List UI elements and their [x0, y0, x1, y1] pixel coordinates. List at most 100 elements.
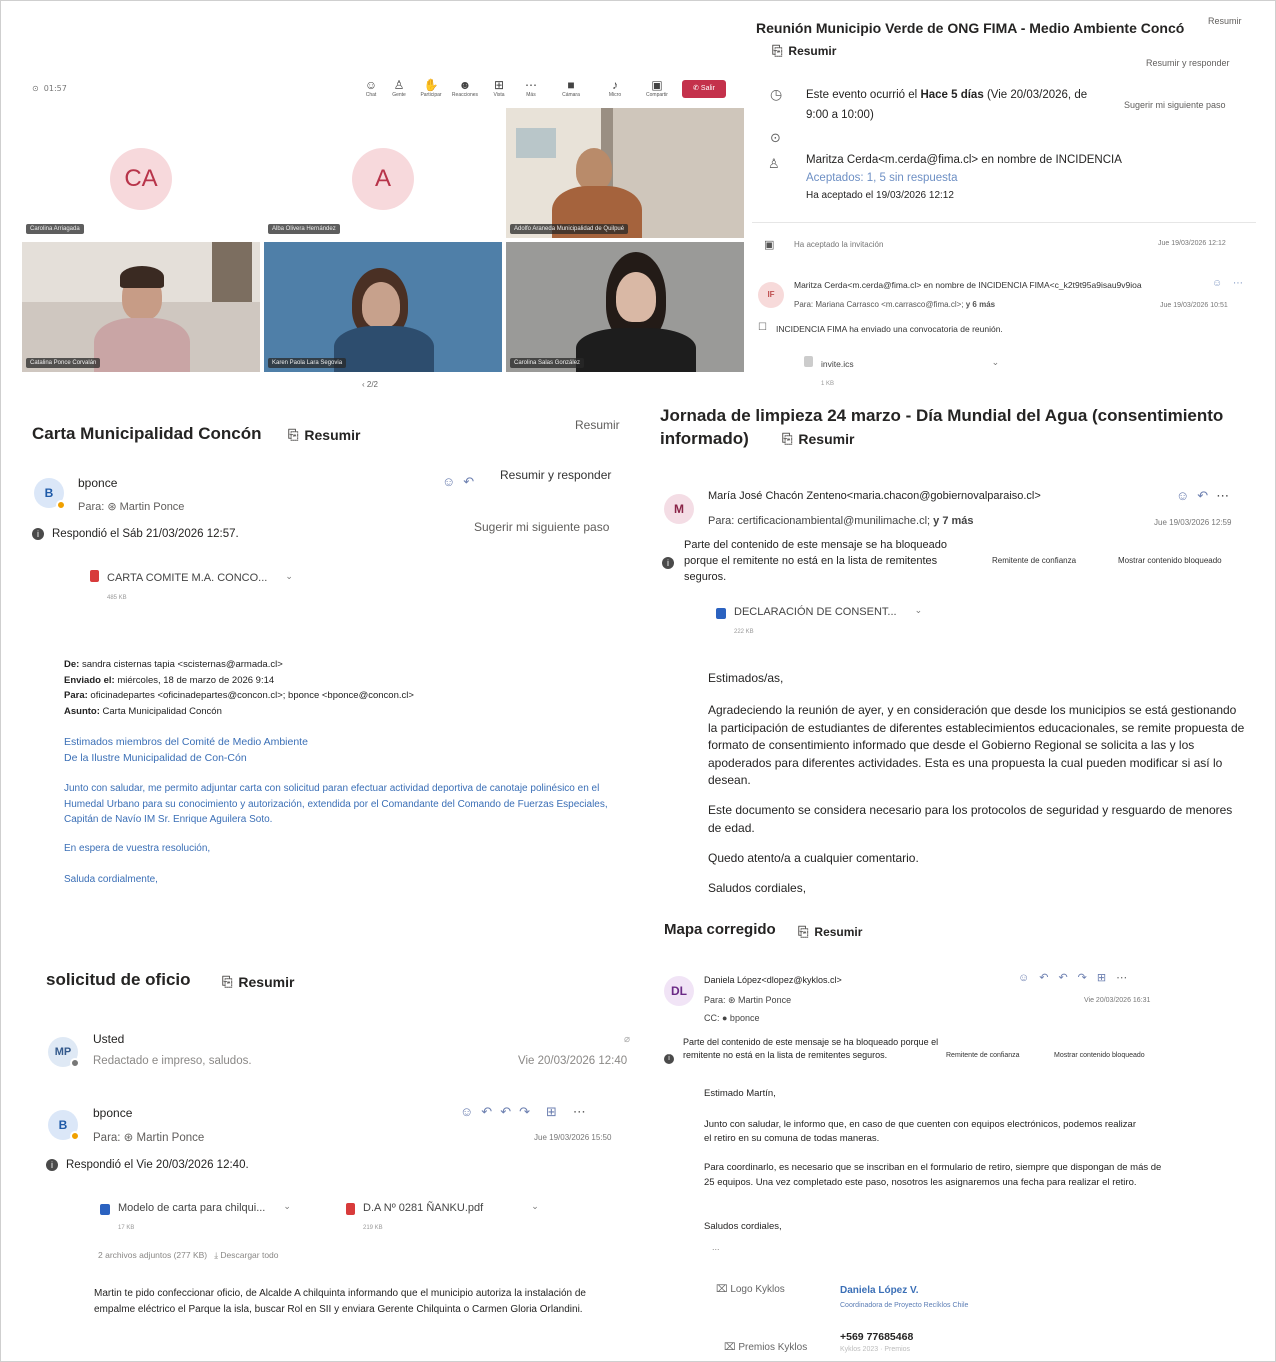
carta-recipients[interactable]: Para: ⊛ Martin Ponce — [78, 500, 184, 513]
participant-tile[interactable]: A Alba Olivera Hernández — [264, 108, 502, 238]
suggest-link[interactable]: Sugerir mi siguiente paso — [1124, 100, 1226, 110]
message-actions[interactable]: ☺↶ — [442, 474, 482, 490]
chevron-down-icon[interactable]: ⌄ — [915, 605, 923, 616]
message-actions[interactable]: ☺↶↶↷⊞⋯ — [460, 1104, 594, 1120]
mapa-summarize-button[interactable]: ⎘ Resumir — [798, 923, 862, 941]
reply-summary-link[interactable]: Resumir y responder — [500, 468, 611, 482]
emoji-icon[interactable]: ☺ — [460, 1104, 481, 1119]
show-blocked-button[interactable]: Mostrar contenido bloqueado — [1054, 1052, 1145, 1059]
carta-attachment[interactable]: CARTA COMITE M.A. CONCO... 485 KB ⌄ — [90, 568, 293, 604]
more-icon[interactable]: ⋯ — [1216, 488, 1237, 503]
people-button[interactable]: ♙ Gente — [384, 78, 414, 98]
reply-all-icon[interactable]: ↶ — [1058, 972, 1077, 984]
chevron-down-icon[interactable]: ⌄ — [992, 357, 1000, 368]
signature-phone: +569 77685468 — [840, 1331, 914, 1343]
mapa-paragraph: Junto con saludar, le informo que, en ca… — [704, 1119, 1136, 1144]
draft-preview[interactable]: Redactado e impreso, saludos. — [93, 1055, 252, 1067]
signature-web[interactable]: Kyklos 2023 · Premios — [840, 1346, 910, 1353]
carta-replied: i Respondió el Sáb 21/03/2026 12:57. — [32, 528, 239, 540]
oficio-attachment[interactable]: D.A Nº 0281 ÑANKU.pdf 219 KB ⌄ — [346, 1198, 539, 1234]
trust-sender-button[interactable]: Remitente de confianza — [946, 1052, 1020, 1059]
forward-icon[interactable]: ↷ — [519, 1104, 538, 1119]
reply-icon[interactable]: ↶ — [1039, 972, 1058, 984]
apps-icon[interactable]: ⊞ — [546, 1104, 565, 1119]
jornada-summarize-button[interactable]: ⎘ Resumir — [782, 430, 854, 448]
reactions-icon: ☻ — [458, 78, 472, 92]
jornada-blocked-note: Parte del contenido de este mensaje se h… — [684, 539, 947, 583]
draft-date: Vie 20/03/2026 12:40 — [518, 1055, 628, 1067]
reply-all-icon[interactable]: ↶ — [500, 1104, 519, 1119]
logo-kyklos-image: ⌧ Logo Kyklos — [716, 1284, 785, 1295]
oficio-recipients[interactable]: Para: ⊛ Martin Ponce — [93, 1130, 204, 1144]
more-icon[interactable]: ⋯ — [573, 1104, 594, 1119]
participant-video-tile[interactable]: Catalina Ponce Corvalán — [22, 242, 260, 372]
trust-sender-button[interactable]: Remitente de confianza — [992, 556, 1076, 565]
meeting-window: ⊙ 01:57 ☺ Chat ♙ Gente ✋ Participar ☻ Reacci… — [22, 72, 744, 402]
signature-name: Daniela López V. — [840, 1285, 919, 1296]
jornada-attachment[interactable]: DECLARACIÓN DE CONSENT... 222 KB ⌄ — [716, 602, 922, 638]
mic-icon: ♪ — [612, 78, 618, 92]
carta-summarize-button[interactable]: ⎘ Resumir — [288, 426, 360, 444]
summarize-link[interactable]: Resumir — [575, 418, 620, 432]
jornada-sender[interactable]: María José Chacón Zenteno<maria.chacon@g… — [708, 490, 1041, 502]
chevron-down-icon[interactable]: ⌄ — [531, 1201, 539, 1212]
participant-avatar: CA — [110, 148, 172, 210]
oficio-sender[interactable]: bponce — [93, 1106, 132, 1120]
location-icon: ⊙ — [770, 130, 781, 145]
jornada-paragraph: Quedo atento/a a cualquier comentario. — [708, 851, 919, 865]
mapa-recipients[interactable]: Para: ⊛ Martin Ponce — [704, 995, 791, 1006]
jornada-subject: Jornada de limpieza 24 marzo - Día Mundi… — [660, 406, 1224, 448]
reply-icon[interactable]: ↶ — [1197, 488, 1216, 503]
reply-icon[interactable]: ↶ — [481, 1104, 500, 1119]
raise-hand-button[interactable]: ✋ Participar — [416, 78, 446, 98]
jornada-recipients[interactable]: Para: certificacionambiental@munilimache… — [708, 515, 974, 527]
carta-sender[interactable]: bponce — [78, 476, 117, 490]
broken-image-icon: ⌧ — [724, 1342, 736, 1353]
draft-sender[interactable]: Usted — [93, 1032, 124, 1046]
oficio-summarize-button[interactable]: ⎘ Resumir — [222, 973, 294, 991]
apps-icon[interactable]: ⊞ — [1097, 972, 1116, 984]
summarize-icon: ⎘ — [772, 43, 783, 58]
show-blocked-button[interactable]: Mostrar contenido bloqueado — [1118, 556, 1222, 565]
attachment-clip-icon: ⌀ — [624, 1034, 631, 1045]
emoji-icon[interactable]: ☺ — [1176, 488, 1197, 503]
reaction-more-icons[interactable]: ☺ ⋯ — [1212, 278, 1247, 289]
download-all-link[interactable]: Descargar todo — [220, 1250, 278, 1260]
show-more-ellipsis[interactable]: ... — [712, 1242, 720, 1252]
summarize-link[interactable]: Resumir — [1208, 16, 1242, 26]
share-button[interactable]: ▣ Compartir — [642, 78, 672, 98]
event-summarize-button[interactable]: ⎘ Resumir — [772, 42, 836, 60]
emoji-icon[interactable]: ☺ — [1018, 972, 1039, 984]
participant-video-tile[interactable]: Carolina Salas González — [506, 242, 744, 372]
sender-avatar: IF — [758, 282, 784, 308]
chevron-down-icon[interactable]: ⌄ — [285, 571, 293, 582]
more-button[interactable]: ⋯ Más — [516, 78, 546, 98]
participant-video-tile[interactable]: Karen Paola Lara Segovia — [264, 242, 502, 372]
attendance-link[interactable]: Aceptados: 1, 5 sin respuesta — [806, 172, 958, 184]
mic-button[interactable]: ♪ Micro — [600, 78, 630, 98]
camera-button[interactable]: ■ Cámara — [556, 78, 586, 98]
view-button[interactable]: ⊞ Vista — [484, 78, 514, 98]
mapa-sender[interactable]: Daniela López<dlopez@kyklos.cl> — [704, 975, 842, 985]
participant-tile[interactable]: CA Carolina Arriagada — [22, 108, 260, 238]
suggest-link[interactable]: Sugerir mi siguiente paso — [474, 520, 609, 534]
oficio-attachment[interactable]: Modelo de carta para chilqui... 17 KB ⌄ — [100, 1198, 291, 1234]
event-recipients[interactable]: Para: Mariana Carrasco <m.carrasco@fima.… — [794, 300, 995, 309]
chat-button[interactable]: ☺ Chat — [356, 78, 386, 98]
leave-button[interactable]: ✆ Salir — [682, 80, 726, 98]
info-icon: i — [46, 1159, 58, 1171]
reactions-button[interactable]: ☻ Reacciones — [450, 78, 480, 98]
message-actions[interactable]: ☺↶⋯ — [1176, 488, 1237, 504]
mapa-paragraph: Para coordinarlo, es necesario que se in… — [704, 1162, 1162, 1188]
reply-icon[interactable]: ↶ — [463, 474, 482, 489]
reply-summary-link[interactable]: Resumir y responder — [1146, 58, 1230, 68]
participant-video-tile[interactable]: Adolfo Araneda Municipalidad de Quilpué — [506, 108, 744, 238]
gallery-pager[interactable]: ‹ 2/2 — [362, 380, 378, 389]
forward-icon[interactable]: ↷ — [1078, 972, 1097, 984]
message-actions[interactable]: ☺↶↶↷⊞⋯ — [1018, 971, 1137, 984]
emoji-icon[interactable]: ☺ — [442, 474, 463, 489]
ics-attachment[interactable]: invite.ics 1 KB ⌄ — [804, 354, 999, 390]
more-icon[interactable]: ⋯ — [1116, 972, 1137, 984]
mapa-cc[interactable]: CC: ● bponce — [704, 1013, 759, 1023]
chevron-down-icon[interactable]: ⌄ — [283, 1201, 291, 1212]
